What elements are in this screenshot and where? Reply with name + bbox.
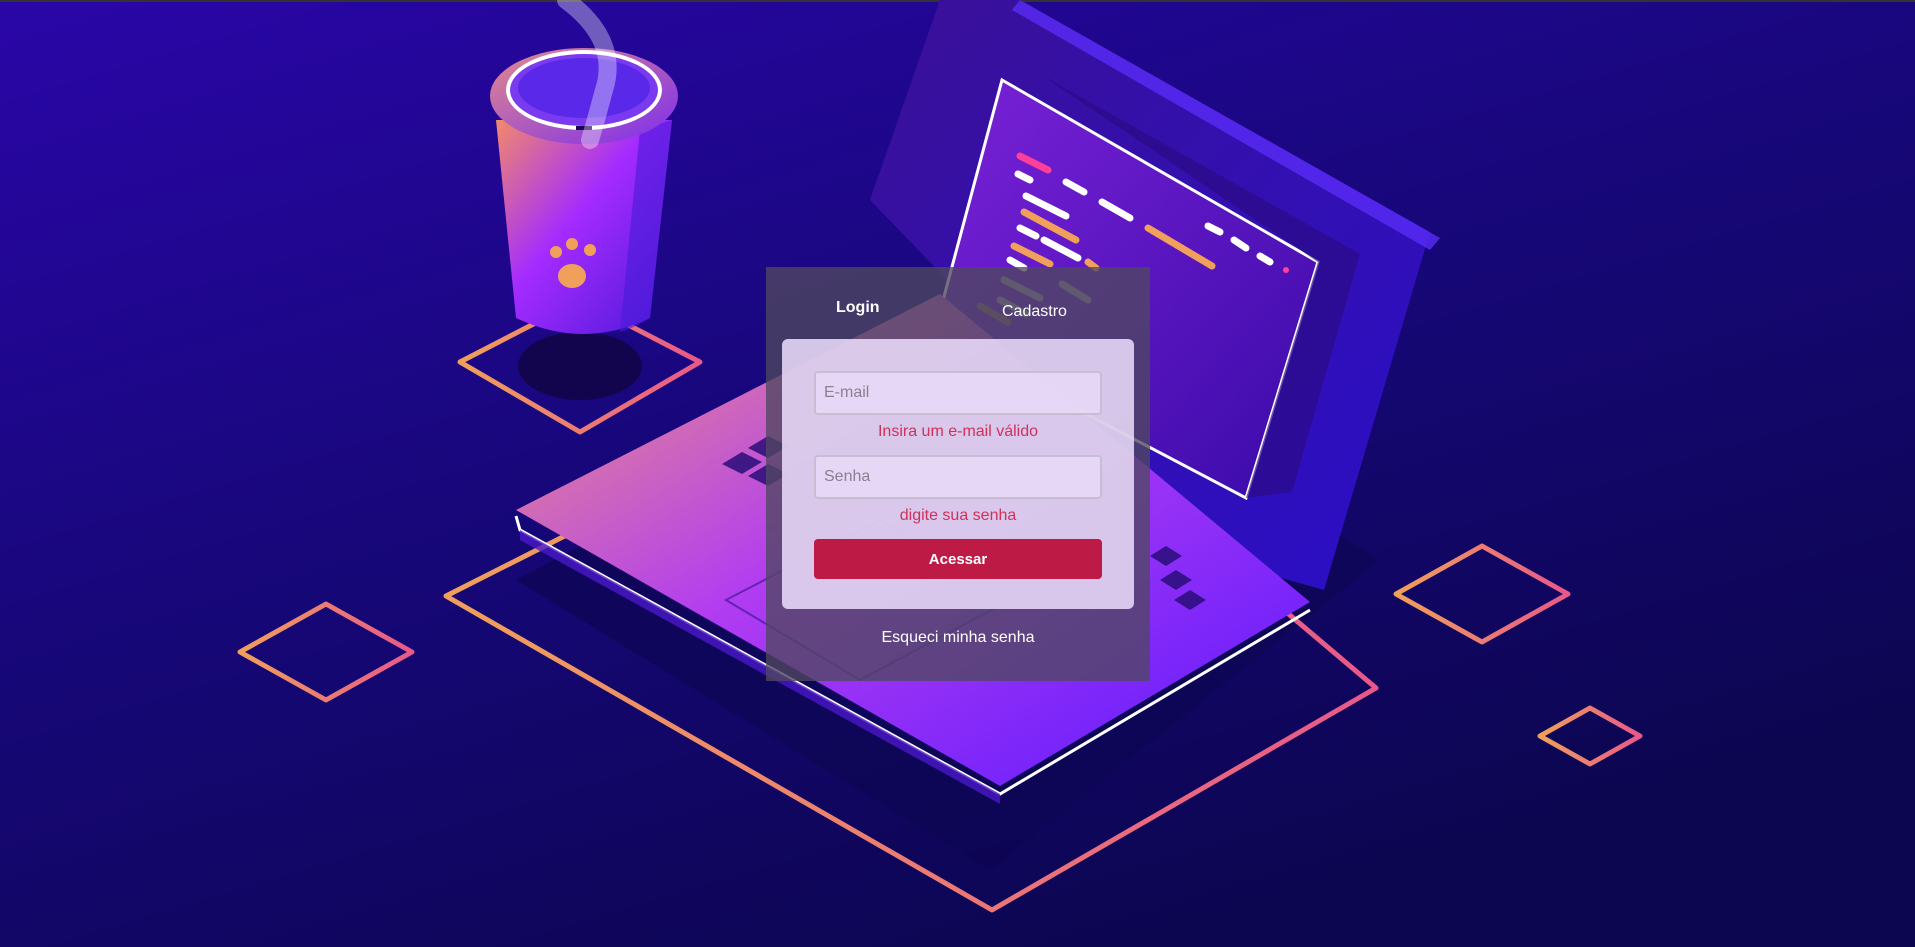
email-field[interactable] (814, 371, 1102, 415)
forgot-password-link[interactable]: Esqueci minha senha (766, 629, 1150, 647)
email-error-message: Insira um e-mail válido (877, 423, 1039, 440)
auth-tabs: Login Cadastro (766, 267, 1150, 339)
password-field[interactable] (814, 455, 1102, 499)
login-form: Insira um e-mail válido digite sua senha… (782, 339, 1134, 609)
auth-card: Login Cadastro Insira um e-mail válido d… (766, 267, 1150, 681)
tab-cadastro[interactable]: Cadastro (1002, 299, 1067, 325)
submit-button[interactable]: Acessar (814, 539, 1102, 579)
password-error-message: digite sua senha (899, 507, 1017, 524)
tab-login[interactable]: Login (836, 295, 880, 321)
